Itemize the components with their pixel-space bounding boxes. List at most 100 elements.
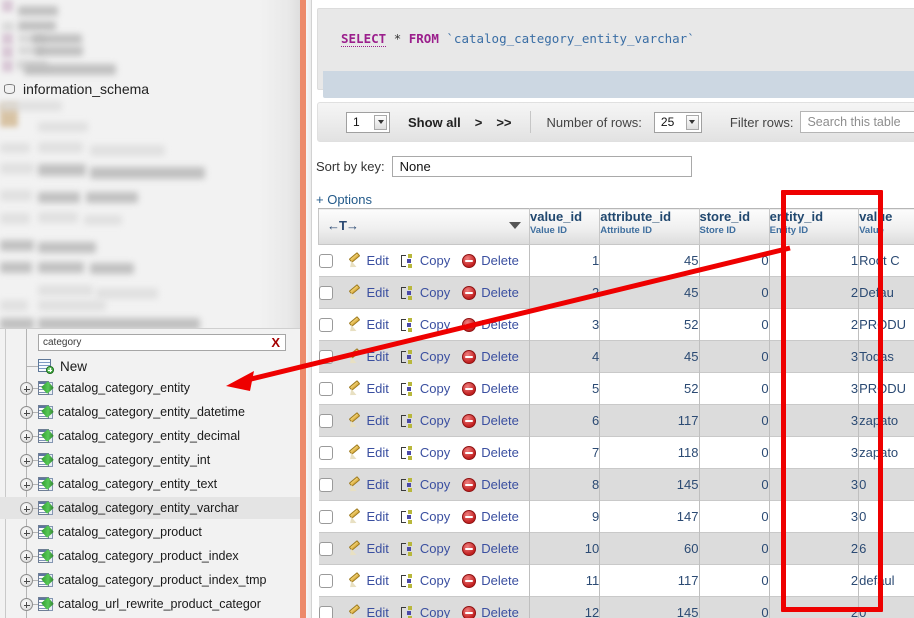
edit-icon[interactable] <box>347 603 362 618</box>
row-checkbox[interactable] <box>318 509 333 524</box>
row-checkbox[interactable] <box>318 317 333 332</box>
edit-link[interactable]: Edit <box>367 349 389 364</box>
edit-icon[interactable] <box>347 315 362 334</box>
clear-filter-icon[interactable]: X <box>271 336 285 349</box>
delete-icon[interactable] <box>462 477 477 492</box>
expand-icon[interactable] <box>20 574 33 587</box>
copy-icon[interactable] <box>400 541 415 556</box>
copy-link[interactable]: Copy <box>420 253 450 268</box>
edit-link[interactable]: Edit <box>367 317 389 332</box>
tree-item-table[interactable]: catalog_category_entity_text <box>0 473 300 495</box>
edit-icon[interactable] <box>347 347 362 366</box>
delete-link[interactable]: Delete <box>481 381 519 396</box>
copy-icon[interactable] <box>400 381 415 396</box>
copy-link[interactable]: Copy <box>420 445 450 460</box>
next-page-button[interactable]: > <box>475 115 483 130</box>
delete-icon[interactable] <box>462 509 477 524</box>
row-checkbox[interactable] <box>318 381 333 396</box>
expand-icon[interactable] <box>20 454 33 467</box>
edit-link[interactable]: Edit <box>367 445 389 460</box>
delete-icon[interactable] <box>462 317 477 332</box>
edit-icon[interactable] <box>347 539 362 558</box>
row-checkbox[interactable] <box>318 573 333 588</box>
copy-icon[interactable] <box>400 253 415 268</box>
expand-icon[interactable] <box>20 478 33 491</box>
tree-item-table[interactable]: catalog_category_entity_varchar <box>0 497 300 519</box>
copy-link[interactable]: Copy <box>420 605 450 618</box>
copy-icon[interactable] <box>400 285 415 300</box>
row-checkbox[interactable] <box>318 253 333 268</box>
tree-item-table[interactable]: catalog_url_rewrite_product_categor <box>0 593 300 615</box>
edit-icon[interactable] <box>347 443 362 462</box>
delete-icon[interactable] <box>462 285 477 300</box>
delete-icon[interactable] <box>462 381 477 396</box>
copy-link[interactable]: Copy <box>420 541 450 556</box>
rows-per-page-select[interactable]: 25 <box>653 111 702 133</box>
tree-item-table[interactable]: catalog_category_entity_int <box>0 449 300 471</box>
row-checkbox[interactable] <box>318 541 333 556</box>
expand-icon[interactable] <box>20 598 33 611</box>
copy-link[interactable]: Copy <box>420 349 450 364</box>
row-checkbox[interactable] <box>318 445 333 460</box>
copy-icon[interactable] <box>400 349 415 364</box>
tree-item-table[interactable]: catalog_category_entity_datetime <box>0 401 300 423</box>
copy-icon[interactable] <box>400 445 415 460</box>
delete-icon[interactable] <box>462 349 477 364</box>
row-checkbox[interactable] <box>318 285 333 300</box>
delete-link[interactable]: Delete <box>481 413 519 428</box>
edit-link[interactable]: Edit <box>367 605 389 618</box>
copy-link[interactable]: Copy <box>420 317 450 332</box>
copy-link[interactable]: Copy <box>420 381 450 396</box>
tree-filter-input[interactable]: category <box>39 337 271 348</box>
expand-icon[interactable] <box>20 406 33 419</box>
options-toggle[interactable]: + Options <box>316 192 372 207</box>
edit-link[interactable]: Edit <box>367 285 389 300</box>
copy-icon[interactable] <box>400 477 415 492</box>
edit-link[interactable]: Edit <box>367 509 389 524</box>
edit-link[interactable]: Edit <box>367 541 389 556</box>
delete-link[interactable]: Delete <box>481 605 519 618</box>
delete-link[interactable]: Delete <box>481 445 519 460</box>
actions-column-header[interactable]: ←T→ <box>318 208 530 245</box>
copy-icon[interactable] <box>400 509 415 524</box>
row-checkbox[interactable] <box>318 477 333 492</box>
column-header-value-id[interactable]: value_id Value ID <box>528 208 601 245</box>
page-number-select[interactable]: 1 <box>346 111 390 133</box>
edit-icon[interactable] <box>347 571 362 590</box>
copy-icon[interactable] <box>400 413 415 428</box>
copy-link[interactable]: Copy <box>420 413 450 428</box>
delete-link[interactable]: Delete <box>481 541 519 556</box>
edit-icon[interactable] <box>347 379 362 398</box>
edit-link[interactable]: Edit <box>367 381 389 396</box>
row-checkbox[interactable] <box>318 605 333 618</box>
copy-link[interactable]: Copy <box>420 573 450 588</box>
nav-item-information-schema[interactable]: information_schema <box>0 79 300 99</box>
row-checkbox[interactable] <box>318 413 333 428</box>
edit-icon[interactable] <box>347 283 362 302</box>
edit-link[interactable]: Edit <box>367 253 389 268</box>
copy-link[interactable]: Copy <box>420 509 450 524</box>
row-checkbox[interactable] <box>318 349 333 364</box>
delete-icon[interactable] <box>462 445 477 460</box>
show-all-button[interactable]: Show all <box>408 115 461 130</box>
delete-icon[interactable] <box>462 253 477 268</box>
delete-link[interactable]: Delete <box>481 509 519 524</box>
sort-by-key-select[interactable]: None <box>391 155 692 177</box>
tree-item-table[interactable]: catalog_category_product <box>0 521 300 543</box>
delete-icon[interactable] <box>462 605 477 618</box>
delete-link[interactable]: Delete <box>481 285 519 300</box>
tree-item-table[interactable]: catalog_category_entity <box>0 377 300 399</box>
filter-rows-input[interactable]: Search this table <box>800 111 914 133</box>
edit-link[interactable]: Edit <box>367 573 389 588</box>
edit-icon[interactable] <box>347 251 362 270</box>
column-header-attribute-id[interactable]: attribute_id Attribute ID <box>599 208 700 245</box>
copy-link[interactable]: Copy <box>420 285 450 300</box>
expand-icon[interactable] <box>20 550 33 563</box>
edit-icon[interactable] <box>347 507 362 526</box>
delete-link[interactable]: Delete <box>481 317 519 332</box>
expand-icon[interactable] <box>20 526 33 539</box>
expand-icon[interactable] <box>20 502 33 515</box>
copy-icon[interactable] <box>400 573 415 588</box>
tree-item-table[interactable]: catalog_category_product_index <box>0 545 300 567</box>
delete-link[interactable]: Delete <box>481 253 519 268</box>
